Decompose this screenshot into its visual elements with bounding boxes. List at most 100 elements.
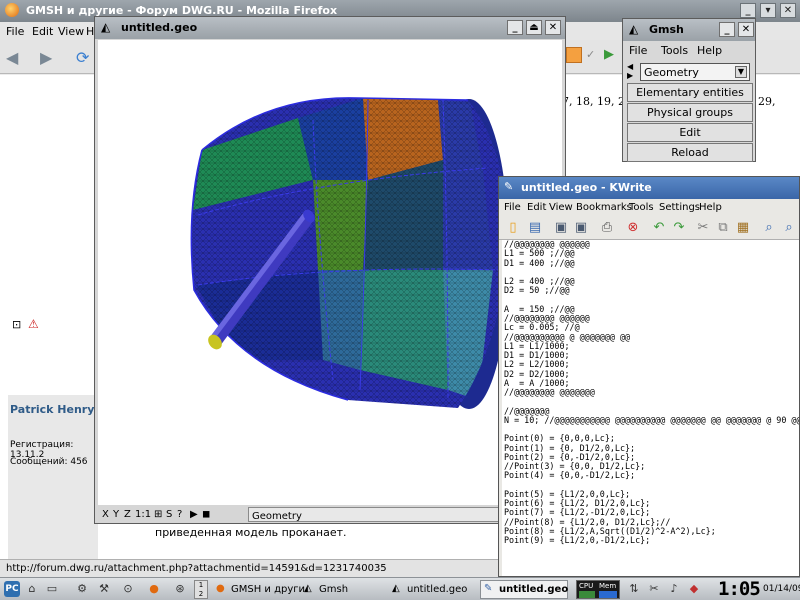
shade-icon[interactable]: ▾ — [760, 3, 776, 18]
kwrite-toolbar: ▯ ▤ ▣ ▣ ⎙ ⊗ ↶ ↷ ✂ ⧉ ▦ ⌕ ⌕ — [499, 216, 799, 240]
chevron-down-icon: ▼ — [735, 66, 747, 78]
user-messages: Сообщений: 456 — [10, 457, 88, 467]
minimize-icon[interactable]: _ — [719, 22, 735, 37]
module-nav-arrows[interactable]: ◀ ▶ — [627, 62, 633, 80]
gmsh-control-titlebar[interactable]: ◭ Gmsh _ ✕ — [623, 19, 755, 41]
task-gmsh[interactable]: ◭ Gmsh — [300, 580, 353, 599]
copy-icon[interactable]: ⧉ — [713, 218, 733, 238]
taskbar: PC ⌂ ▭ ⚙ ⚒ ⊙ ● ⊛ 12 ● GMSH и други ◭ Gms… — [0, 577, 800, 600]
menu-tools[interactable]: Tools — [661, 44, 688, 57]
start-menu-button[interactable]: PC — [4, 581, 20, 597]
module-dropdown[interactable]: Geometry ▼ — [640, 63, 750, 81]
home-icon[interactable]: ⌂ — [24, 581, 40, 597]
kwrite-menubar: File Edit View Bookmarks Tools Settings … — [499, 199, 799, 216]
menu-edit[interactable]: Edit — [32, 25, 53, 38]
minimize-icon[interactable]: _ — [740, 3, 756, 18]
menu-file[interactable]: File — [504, 202, 521, 213]
menu-bookmarks[interactable]: Bookmarks — [576, 202, 632, 213]
menu-settings[interactable]: Settings — [659, 202, 700, 213]
status-url: http://forum.dwg.ru/attachment.php?attac… — [6, 563, 387, 574]
replace-icon[interactable]: ⌕ — [779, 218, 799, 238]
kwrite-text-area[interactable]: //@@@@@@@@ @@@@@@ L1 = 500 ;//@@ D1 = 400 … — [502, 240, 799, 576]
network-icon[interactable]: ⇅ — [626, 581, 642, 597]
close-doc-icon[interactable]: ⊗ — [623, 218, 643, 238]
gmsh-control-menubar: File Tools Help — [623, 41, 755, 59]
menu-view[interactable]: View — [549, 202, 573, 213]
menu-file[interactable]: File — [629, 44, 647, 57]
clipboard-icon[interactable]: ✂ — [646, 581, 662, 597]
security-icon[interactable]: ◆ — [686, 581, 702, 597]
warning-icon[interactable]: ⚠ — [28, 317, 39, 331]
forward-icon[interactable]: ▶ — [40, 48, 52, 67]
desktop-pager[interactable]: 12 — [194, 580, 208, 599]
view-x-button[interactable]: X — [102, 509, 109, 520]
task-gmsh-geo-label: untitled.geo — [407, 584, 468, 595]
view-y-button[interactable]: Y — [113, 509, 119, 520]
help-button[interactable]: ? — [177, 509, 182, 520]
redo-icon[interactable]: ↷ — [669, 218, 689, 238]
menu-help[interactable]: Help — [697, 44, 722, 57]
kwrite-title: untitled.geo - KWrite — [521, 181, 652, 194]
close-icon[interactable]: ✕ — [545, 20, 561, 35]
save-icon[interactable]: ▣ — [551, 218, 571, 238]
close-icon[interactable]: ✕ — [780, 3, 796, 18]
print-icon[interactable]: ⎙ — [597, 218, 617, 238]
gmsh-graphics-title: untitled.geo — [121, 21, 198, 34]
paste-icon[interactable]: ▦ — [733, 218, 753, 238]
view-scale-button[interactable]: 1:1 — [135, 509, 151, 520]
gmsh-3d-viewport[interactable] — [98, 40, 562, 505]
close-icon[interactable]: ✕ — [738, 22, 754, 37]
physical-groups-button[interactable]: Physical groups — [627, 103, 753, 122]
search-engine-icon[interactable]: ✓ — [586, 48, 595, 61]
open-file-icon[interactable]: ▤ — [525, 218, 545, 238]
menu-edit[interactable]: Edit — [527, 202, 546, 213]
go-icon[interactable]: ▶ — [604, 47, 614, 62]
gmsh-graphics-window: ◭ untitled.geo _ ⏏ ✕ X Y Z 1:1 ⊞ S ? ▶ ◼… — [94, 16, 566, 524]
maximize-icon[interactable]: ⏏ — [526, 20, 542, 35]
screenshot-icon[interactable]: ⊞ — [154, 509, 162, 520]
menu-file[interactable]: File — [6, 25, 24, 38]
elementary-entities-button[interactable]: Elementary entities — [627, 83, 753, 102]
reload-icon[interactable]: ⟳ — [76, 48, 89, 67]
save-as-icon[interactable]: ▣ — [571, 218, 591, 238]
clock[interactable]: 1:05 — [718, 578, 761, 600]
rss-icon[interactable] — [566, 47, 582, 63]
code-line: Point(9) = {L1/2,0,-D1/2,Lc}; — [504, 535, 651, 545]
play-icon[interactable]: ▶ — [190, 509, 198, 520]
minimize-icon[interactable]: _ — [507, 20, 523, 35]
firefox-icon: ● — [216, 583, 225, 594]
gmsh-graphics-statusbar: X Y Z 1:1 ⊞ S ? ▶ ◼ Geometry — [98, 506, 562, 523]
find-icon[interactable]: ⌕ — [759, 218, 779, 238]
module-selector: ◀ ▶ Geometry ▼ — [625, 61, 755, 83]
mesh-render — [190, 97, 509, 409]
firefox-launcher-icon[interactable]: ● — [146, 581, 162, 597]
system-icon[interactable]: ⚙ — [74, 581, 90, 597]
post-icon[interactable]: ⊡ — [12, 318, 21, 331]
gmsh-graphics-titlebar[interactable]: ◭ untitled.geo _ ⏏ ✕ — [95, 17, 565, 39]
menu-view[interactable]: View — [58, 25, 84, 38]
cut-icon[interactable]: ✂ — [693, 218, 713, 238]
view-s-button[interactable]: S — [166, 509, 172, 520]
undo-icon[interactable]: ↶ — [649, 218, 669, 238]
task-kwrite[interactable]: ✎ untitled.geo — [480, 580, 568, 599]
edit-button[interactable]: Edit — [627, 123, 753, 142]
gmsh-control-title: Gmsh — [649, 23, 684, 36]
volume-icon[interactable]: ♪ — [666, 581, 682, 597]
konqueror-icon[interactable]: ⊛ — [172, 581, 188, 597]
user-name[interactable]: Patrick Henry — [10, 403, 94, 416]
system-monitor: CPU Mem — [576, 580, 620, 599]
stop-icon[interactable]: ◼ — [202, 509, 210, 520]
task-firefox[interactable]: ● GMSH и други — [212, 580, 310, 599]
task-gmsh-geo[interactable]: ◭ untitled.geo — [388, 580, 472, 599]
view-z-button[interactable]: Z — [124, 509, 131, 520]
menu-help[interactable]: Help — [699, 202, 722, 213]
menu-tools[interactable]: Tools — [629, 202, 654, 213]
back-icon[interactable]: ◀ — [6, 48, 18, 67]
new-file-icon[interactable]: ▯ — [503, 218, 523, 238]
page-number-last[interactable]: 29, — [758, 95, 776, 108]
settings-icon[interactable]: ⚒ — [96, 581, 112, 597]
reload-button[interactable]: Reload — [627, 143, 753, 162]
terminal-icon[interactable]: ▭ — [44, 581, 60, 597]
kwrite-titlebar[interactable]: ✎ untitled.geo - KWrite — [499, 177, 799, 199]
kde-icon[interactable]: ⊙ — [120, 581, 136, 597]
